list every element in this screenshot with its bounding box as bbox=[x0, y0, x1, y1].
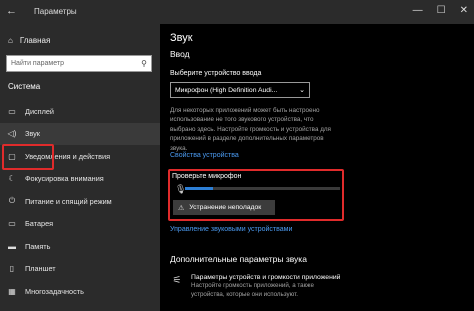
sidebar-item-label: Звук bbox=[25, 129, 40, 139]
moon-icon: ☾ bbox=[8, 174, 16, 184]
advanced-item[interactable]: ⚟ Параметры устройств и громкости прилож… bbox=[170, 274, 341, 299]
sidebar-item-label: Фокусировка внимания bbox=[25, 174, 104, 184]
power-icon: ⏻ bbox=[8, 196, 16, 206]
sliders-icon: ⚟ bbox=[172, 275, 182, 286]
close-icon[interactable]: ✕ bbox=[460, 5, 468, 16]
window-title: Параметры bbox=[34, 7, 77, 16]
device-select-label: Выберите устройство ввода bbox=[170, 70, 262, 77]
sidebar-item-focus[interactable]: ☾ Фокусировка внимания bbox=[0, 168, 160, 191]
warning-icon: ⚠ bbox=[178, 204, 185, 212]
advanced-item-desc: Настройте громкость приложений, а также … bbox=[191, 282, 314, 298]
back-arrow-icon[interactable]: ← bbox=[6, 5, 17, 17]
sidebar-item-tablet[interactable]: ▯ Планшет bbox=[0, 258, 160, 281]
page-title: Звук bbox=[170, 32, 193, 44]
input-device-value: Микрофон (High Definition Audi... bbox=[175, 86, 278, 94]
sidebar-home[interactable]: ⌂ Главная bbox=[8, 36, 50, 45]
sidebar-item-display[interactable]: ▭ Дисплей bbox=[0, 100, 160, 123]
sidebar-item-battery[interactable]: ▭ Батарея bbox=[0, 213, 160, 236]
tablet-icon: ▯ bbox=[9, 264, 15, 274]
input-device-select[interactable]: Микрофон (High Definition Audi... ⌄ bbox=[170, 82, 310, 98]
sidebar-item-label: Батарея bbox=[25, 219, 54, 229]
main-panel: Звук Ввод Выберите устройство ввода Микр… bbox=[160, 24, 474, 311]
device-properties-link[interactable]: Свойства устройства bbox=[170, 152, 239, 159]
sidebar-item-label: Память bbox=[25, 241, 51, 251]
manage-devices-link[interactable]: Управление звуковыми устройствами bbox=[170, 226, 292, 233]
window-controls: — ☐ ✕ bbox=[413, 5, 468, 16]
troubleshoot-button[interactable]: ⚠ Устранение неполадок bbox=[173, 200, 275, 215]
chevron-down-icon: ⌄ bbox=[299, 87, 305, 94]
home-icon: ⌂ bbox=[8, 36, 13, 45]
advanced-item-title: Параметры устройств и громкости приложен… bbox=[191, 274, 341, 281]
sidebar-home-label: Главная bbox=[19, 36, 51, 45]
info-text: Для некоторых приложений может быть наст… bbox=[170, 107, 331, 152]
search-placeholder: Найти параметр bbox=[11, 60, 64, 67]
sidebar-item-label: Питание и спящий режим bbox=[25, 196, 112, 206]
mic-level-fill bbox=[185, 187, 213, 190]
sidebar-item-multitasking[interactable]: ▦ Многозадачность bbox=[0, 280, 160, 303]
search-input[interactable]: Найти параметр ⚲ bbox=[6, 55, 152, 72]
sidebar-item-label: Планшет bbox=[25, 264, 56, 274]
mic-level-meter bbox=[185, 187, 340, 190]
highlight-frame-sound bbox=[2, 144, 54, 170]
display-icon: ▭ bbox=[8, 106, 16, 116]
title-bar: ← Параметры — ☐ ✕ bbox=[0, 0, 474, 24]
minimize-icon[interactable]: — bbox=[413, 5, 423, 16]
maximize-icon[interactable]: ☐ bbox=[437, 5, 446, 16]
battery-icon: ▭ bbox=[8, 219, 16, 229]
speaker-icon: ◁) bbox=[7, 129, 17, 139]
sidebar-item-sound[interactable]: ◁) Звук bbox=[0, 122, 160, 145]
search-icon[interactable]: ⚲ bbox=[141, 59, 147, 68]
troubleshoot-label: Устранение неполадок bbox=[189, 204, 262, 211]
sidebar-item-storage[interactable]: ▬ Память bbox=[0, 235, 160, 258]
multitask-icon: ▦ bbox=[8, 286, 16, 296]
mic-test-label: Проверьте микрофон bbox=[172, 173, 242, 180]
sidebar-item-power[interactable]: ⏻ Питание и спящий режим bbox=[0, 190, 160, 213]
advanced-heading: Дополнительные параметры звука bbox=[170, 254, 307, 264]
sidebar-item-label: Многозадачность bbox=[25, 286, 84, 296]
sidebar-item-label: Дисплей bbox=[25, 106, 55, 116]
sidebar: ⌂ Главная Найти параметр ⚲ Система ▭ Дис… bbox=[0, 24, 160, 311]
sidebar-section-title: Система bbox=[8, 82, 41, 91]
input-heading: Ввод bbox=[170, 49, 190, 59]
storage-icon: ▬ bbox=[8, 241, 16, 251]
sidebar-list: ▭ Дисплей ◁) Звук ▢ Уведомления и действ… bbox=[0, 100, 160, 303]
